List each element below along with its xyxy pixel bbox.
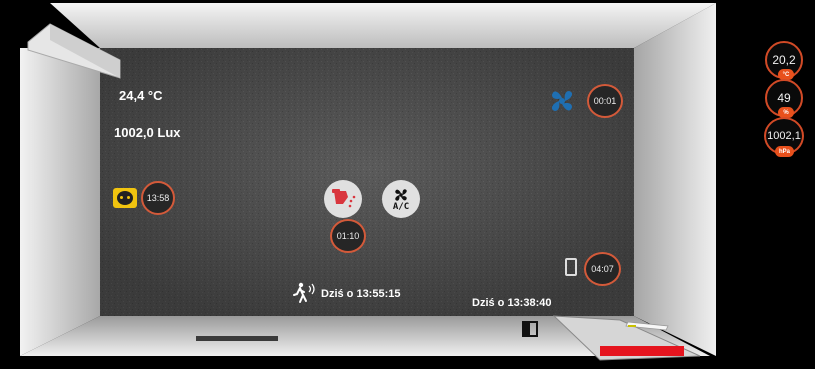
humidity-value: 49 (777, 91, 791, 105)
temperature-value: 20,2 (772, 53, 796, 67)
pressure-value: 1002,1 (767, 130, 801, 142)
motion-sensor[interactable] (292, 282, 318, 304)
door-last-opened: Dziś o 13:38:40 (472, 297, 552, 309)
fan-device[interactable] (547, 87, 577, 115)
tablet-timer[interactable]: 04:07 (584, 252, 621, 286)
room-temperature: 24,4 °C (119, 88, 163, 103)
alarm-indicator-bar (600, 346, 684, 356)
heater-button[interactable] (324, 180, 362, 218)
fan-icon (395, 188, 407, 201)
heater-timer[interactable]: 01:10 (330, 219, 366, 253)
room-floorplan (20, 0, 716, 364)
socket-timer[interactable]: 13:58 (141, 181, 175, 215)
socket-icon (113, 188, 137, 208)
room-illuminance: 1002,0 Lux (114, 125, 181, 140)
motion-icon (293, 282, 315, 303)
ac-button[interactable]: A/C (382, 180, 420, 218)
motion-last-seen: Dziś o 13:55:15 (321, 288, 401, 300)
socket-device[interactable] (113, 188, 137, 208)
pressure-unit-badge: hPa (775, 146, 795, 157)
heater-icon (332, 189, 356, 208)
fan-icon (551, 91, 573, 111)
room-walls (20, 3, 716, 361)
tablet-icon[interactable] (565, 258, 577, 276)
door-icon[interactable] (519, 321, 541, 337)
fan-timer[interactable]: 00:01 (587, 84, 623, 118)
ac-label: A/C (392, 201, 410, 212)
